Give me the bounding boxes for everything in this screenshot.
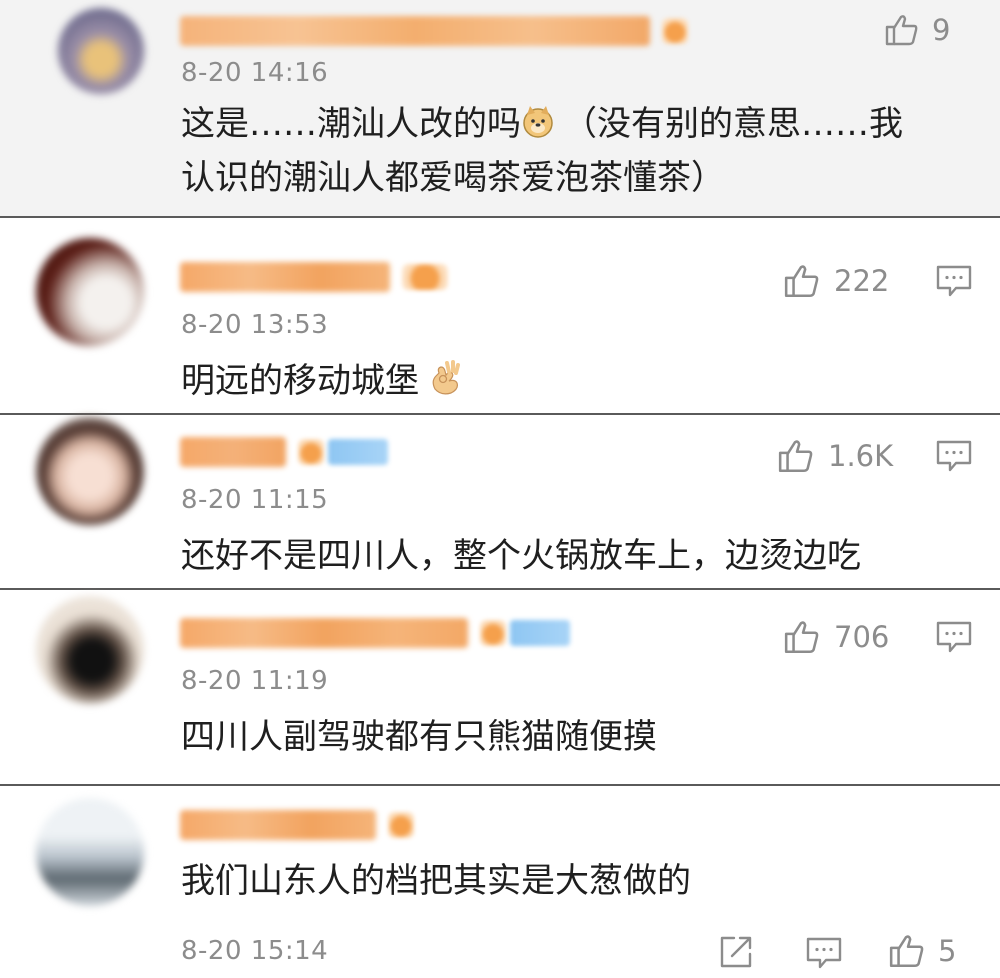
comment-time: 8-20 11:15 <box>181 485 329 515</box>
vip-tag <box>328 439 388 465</box>
comment-item: 8-20 14:16 9 这是……潮汕人改的吗 （没有别的意思……我 认识的潮汕… <box>0 0 1000 216</box>
like-button[interactable]: 5 <box>888 932 956 970</box>
username-link[interactable] <box>180 14 688 48</box>
username-blurred <box>180 262 390 292</box>
username-link[interactable] <box>180 435 388 469</box>
doge-emoji-icon <box>523 106 553 138</box>
comment-text: 明远的移动城堡 <box>181 354 465 408</box>
thumbs-up-icon <box>784 265 819 298</box>
thumbs-up-icon <box>889 935 924 968</box>
thumbs-up-icon <box>784 621 819 654</box>
ok-hand-emoji-icon <box>432 360 460 395</box>
like-count: 222 <box>834 264 890 298</box>
like-count: 1.6K <box>828 439 894 473</box>
username-blurred <box>180 16 650 46</box>
comment-item: 8-20 11:15 1.6K 还好不是四川人，整个火锅放车上，边烫边吃 <box>0 415 1000 588</box>
comment-time: 8-20 14:16 <box>181 58 329 88</box>
share-icon[interactable] <box>718 934 754 970</box>
comment-bubble-icon[interactable] <box>936 439 972 473</box>
thumbs-up-icon <box>885 15 918 46</box>
like-button[interactable]: 1.6K <box>776 437 893 475</box>
avatar[interactable] <box>36 417 144 525</box>
username-link[interactable] <box>180 260 448 294</box>
comment-bubble-icon[interactable] <box>936 620 972 654</box>
like-button[interactable]: 222 <box>782 262 889 300</box>
comment-time: 8-20 13:53 <box>181 310 329 340</box>
avatar[interactable] <box>58 8 144 94</box>
comment-text: 这是……潮汕人改的吗 （没有别的意思……我 认识的潮汕人都爱喝茶爱泡茶懂茶） <box>181 104 903 198</box>
username-blurred <box>180 810 376 840</box>
thumbs-up-icon <box>778 440 813 473</box>
comment-item: 我们山东人的档把其实是大葱做的 8-20 15:14 5 <box>0 786 1000 978</box>
username-blurred <box>180 437 286 467</box>
comment-time: 8-20 11:19 <box>181 666 329 696</box>
comment-bubble-icon[interactable] <box>806 936 842 970</box>
vip-tag <box>510 620 570 646</box>
member-badge-icon <box>298 439 324 465</box>
comment-item: 8-20 11:19 706 四川人副驾驶都有只熊猫随便摸 <box>0 590 1000 784</box>
like-button[interactable]: 706 <box>782 618 889 656</box>
avatar[interactable] <box>36 596 144 704</box>
like-button[interactable]: 9 <box>884 12 950 48</box>
comment-item: 8-20 13:53 222 明远的移动城堡 <box>0 218 1000 413</box>
like-count: 5 <box>938 934 957 968</box>
like-count: 9 <box>932 13 951 47</box>
username-blurred <box>180 618 468 648</box>
member-badge-icon <box>480 620 506 646</box>
comment-text: 我们山东人的档把其实是大葱做的 <box>181 861 691 901</box>
member-badge-icon <box>662 18 688 44</box>
comment-time: 8-20 15:14 <box>181 936 329 966</box>
avatar[interactable] <box>36 798 144 906</box>
like-count: 706 <box>834 620 890 654</box>
username-link[interactable] <box>180 808 414 842</box>
member-badge-icon <box>402 264 448 290</box>
avatar[interactable] <box>36 238 144 346</box>
comment-bubble-icon[interactable] <box>936 264 972 298</box>
username-link[interactable] <box>180 616 570 650</box>
member-badge-icon <box>388 812 414 838</box>
comment-text: 还好不是四川人，整个火锅放车上，边烫边吃 <box>181 536 861 576</box>
comment-text: 四川人副驾驶都有只熊猫随便摸 <box>181 717 657 757</box>
